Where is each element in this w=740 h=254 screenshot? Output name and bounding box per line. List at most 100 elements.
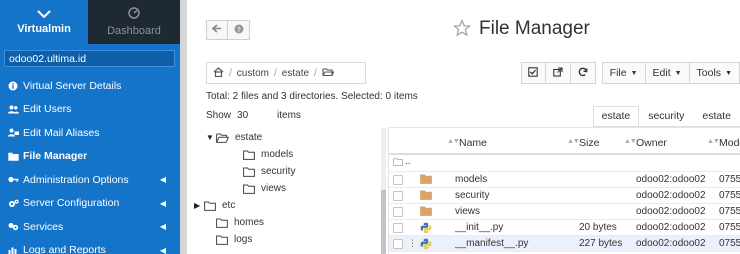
sidebar-item-services[interactable]: Services ◀ <box>0 215 180 239</box>
star-icon[interactable] <box>453 18 471 40</box>
sidebar-menu: Virtual Server Details Edit Users Edit Mai… <box>0 74 180 254</box>
tree-node-security[interactable]: security <box>233 166 295 177</box>
help-button[interactable]: ? <box>228 20 250 40</box>
refresh-button[interactable] <box>570 62 596 84</box>
virtualmin-tab[interactable]: Virtualmin <box>0 0 88 44</box>
table-row[interactable]: models odoo02:odoo02 0755 <box>389 172 740 188</box>
column-mode[interactable]: Mode <box>719 137 740 149</box>
edit-menu-button[interactable]: Edit ▼ <box>645 62 690 84</box>
file-owner: odoo02:odoo02 <box>636 238 706 249</box>
table-row[interactable]: __init__.py 20 bytes odoo02:odoo02 0755 <box>389 220 740 236</box>
file-name[interactable]: __init__.py <box>455 222 503 233</box>
column-size[interactable]: Size <box>579 137 599 149</box>
python-file-icon <box>420 238 432 253</box>
breadcrumb-item-estate[interactable]: estate <box>282 68 309 79</box>
file-name[interactable]: __manifest__.py <box>455 238 528 249</box>
sidebar-header: Virtualmin Dashboard <box>0 0 180 44</box>
sidebar-item-label: Administration Options <box>23 173 129 186</box>
tree-node-label: security <box>261 166 296 177</box>
caret-left-icon: ◀ <box>159 245 166 254</box>
sidebar-item-label: Edit Users <box>23 103 72 116</box>
chevron-down-icon <box>37 9 51 18</box>
file-mode: 0755 <box>719 206 740 217</box>
table-row[interactable]: ⋮ __manifest__.py 227 bytes odoo02:odoo02 07… <box>389 236 740 252</box>
sidebar-item-file-manager[interactable]: File Manager <box>0 145 180 169</box>
row-actions-icon[interactable]: ⋮ <box>408 238 417 249</box>
file-size: 20 bytes <box>579 222 617 233</box>
page-size-select[interactable]: 30 <box>237 110 269 121</box>
caret-down-icon[interactable]: ▼ <box>206 133 216 142</box>
sidebar-item-administration-options[interactable]: Administration Options ◀ <box>0 168 180 192</box>
folder-tab[interactable]: estate <box>693 106 740 126</box>
open-new-window-button[interactable] <box>545 62 571 84</box>
show-label: Show <box>206 110 232 121</box>
sidebar-item-virtual-server-details[interactable]: Virtual Server Details <box>0 74 180 98</box>
table-row[interactable]: views odoo02:odoo02 0755 <box>389 204 740 220</box>
file-name[interactable]: models <box>455 174 487 185</box>
file-name[interactable]: security <box>455 190 489 201</box>
sidebar-item-edit-mail-aliases[interactable]: Edit Mail Aliases <box>0 121 180 145</box>
sidebar-item-edit-users[interactable]: Edit Users <box>0 98 180 122</box>
folder-tab[interactable]: estate <box>592 106 640 126</box>
caret-right-icon[interactable]: ▶ <box>194 201 204 210</box>
file-menu-button[interactable]: File ▼ <box>601 62 646 84</box>
file-name[interactable]: views <box>455 206 480 217</box>
table-header: ▲▼ Name ▲▼ Size ▲▼ Owner ▲▼ Mode <box>389 127 740 155</box>
edit-menu-label: Edit <box>652 67 671 79</box>
file-mode: 0755 <box>719 238 740 249</box>
column-name[interactable]: Name <box>459 137 487 149</box>
row-checkbox[interactable] <box>393 175 403 185</box>
tree-node-views[interactable]: views <box>233 183 286 194</box>
tree-node-logs[interactable]: logs <box>206 234 252 245</box>
row-checkbox[interactable] <box>393 207 403 217</box>
row-checkbox[interactable] <box>393 239 403 249</box>
page-header: File Manager <box>453 18 590 40</box>
sort-icon[interactable]: ▲▼ <box>567 138 580 145</box>
arrow-left-icon <box>211 24 222 36</box>
sort-icon[interactable]: ▲▼ <box>447 138 460 145</box>
folder-open-icon[interactable] <box>322 67 335 80</box>
folder-icon <box>243 184 255 194</box>
file-menu-label: File <box>609 67 627 79</box>
file-owner: odoo02:odoo02 <box>636 206 706 217</box>
mail-aliases-icon <box>8 128 21 137</box>
caret-left-icon: ◀ <box>159 222 166 232</box>
folder-tab[interactable]: security <box>639 106 693 126</box>
main-panel: ? File Manager / custom / estate / File … <box>180 0 740 254</box>
services-icon <box>8 222 21 231</box>
home-icon[interactable] <box>213 66 224 80</box>
svg-text:?: ? <box>237 26 241 34</box>
file-owner: odoo02:odoo02 <box>636 190 706 201</box>
sidebar: Virtualmin Dashboard odoo02.ultima.id Vi… <box>0 0 180 254</box>
sort-icon[interactable]: ▲▼ <box>624 138 637 145</box>
column-owner[interactable]: Owner <box>636 137 667 149</box>
breadcrumb-separator: / <box>314 67 317 79</box>
tree-scrollbar-thumb[interactable] <box>381 190 386 254</box>
python-file-icon <box>420 222 432 237</box>
tree-node-estate[interactable]: ▼ estate <box>206 132 262 143</box>
row-checkbox[interactable] <box>393 191 403 201</box>
table-row-parent[interactable]: .. <box>389 156 740 172</box>
select-all-button[interactable] <box>520 62 546 84</box>
sidebar-item-server-configuration[interactable]: Server Configuration ◀ <box>0 192 180 216</box>
tree-node-homes[interactable]: homes <box>206 217 264 228</box>
info-icon <box>8 81 21 91</box>
caret-left-icon: ◀ <box>159 198 166 208</box>
folder-tabs: estate security estate <box>592 106 740 127</box>
sidebar-item-logs-and-reports[interactable]: Logs and Reports ◀ <box>0 239 180 254</box>
tree-node-models[interactable]: models <box>233 149 293 160</box>
tree-node-label: estate <box>235 132 263 143</box>
external-link-icon <box>552 66 563 80</box>
sidebar-item-label: File Manager <box>23 150 88 163</box>
row-checkbox[interactable] <box>393 223 403 233</box>
page-title: File Manager <box>479 18 590 39</box>
server-selector[interactable]: odoo02.ultima.id <box>4 50 175 67</box>
dashboard-icon <box>128 7 140 22</box>
tree-node-etc[interactable]: ▶ etc <box>194 200 235 211</box>
back-button[interactable] <box>206 20 228 40</box>
dashboard-tab[interactable]: Dashboard <box>88 0 180 44</box>
tools-menu-button[interactable]: Tools ▼ <box>689 62 740 84</box>
sort-icon[interactable]: ▲▼ <box>707 138 720 145</box>
table-row[interactable]: security odoo02:odoo02 0755 <box>389 188 740 204</box>
breadcrumb-item-custom[interactable]: custom <box>237 68 269 79</box>
